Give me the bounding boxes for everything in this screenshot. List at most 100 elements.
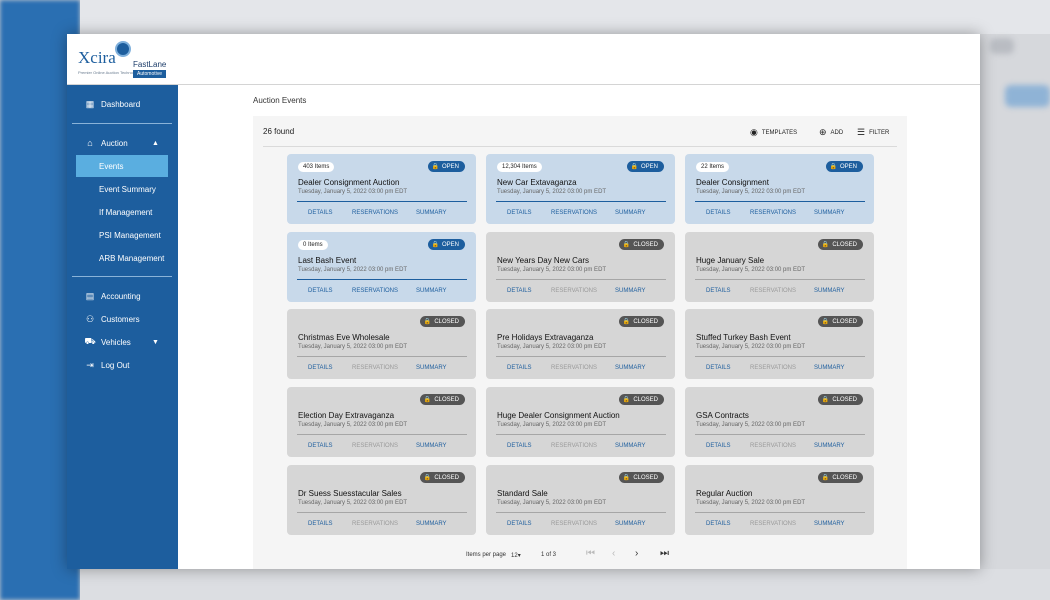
lock-icon: 🔒 [423, 397, 432, 403]
event-date: Tuesday, January 5, 2022 03:00 pm EDT [497, 267, 607, 273]
next-page-icon[interactable]: › [635, 548, 638, 559]
reservations-link[interactable]: RESERVATIONS [750, 210, 796, 216]
details-link[interactable]: DETAILS [507, 443, 532, 449]
event-card[interactable]: 🔒 CLOSED Standard Sale Tuesday, January 5, … [486, 465, 675, 535]
card-divider [695, 434, 865, 435]
details-link[interactable]: DETAILS [706, 288, 731, 294]
chevron-up-icon[interactable]: ▲ [152, 140, 159, 147]
items-per-page-select[interactable]: 12▾ [511, 552, 521, 559]
page-title: Auction Events [253, 96, 307, 105]
details-link[interactable]: DETAILS [308, 288, 333, 294]
details-link[interactable]: DETAILS [308, 210, 333, 216]
sidebar-subitem-psi-management[interactable]: PSI Management [76, 224, 168, 246]
event-card[interactable]: 🔒 CLOSED Christmas Eve Wholesale Tuesday, J… [287, 309, 476, 379]
events-panel: 26 found ◉ TEMPLATES ⊕ ADD ☰ FILTER 403 … [253, 116, 907, 569]
event-card[interactable]: 🔒 CLOSED New Years Day New Cars Tuesday, Ja… [486, 232, 675, 302]
details-link[interactable]: DETAILS [706, 443, 731, 449]
sidebar-item-accounting[interactable]: ▤ Accounting [67, 285, 178, 307]
reservations-link[interactable]: RESERVATIONS [352, 288, 398, 294]
event-card[interactable]: 🔒 CLOSED Pre Holidays Extravaganza Tuesday,… [486, 309, 675, 379]
summary-link[interactable]: SUMMARY [416, 365, 447, 371]
sidebar-subitem-arb-management[interactable]: ARB Management [76, 247, 168, 269]
summary-link[interactable]: SUMMARY [615, 521, 646, 527]
details-link[interactable]: DETAILS [706, 521, 731, 527]
previous-page-icon[interactable]: ‹ [612, 548, 615, 559]
background-right [980, 34, 1050, 569]
details-link[interactable]: DETAILS [308, 521, 333, 527]
event-card[interactable]: 🔒 CLOSED GSA Contracts Tuesday, January 5, … [685, 387, 874, 457]
card-divider [695, 201, 865, 202]
status-label: OPEN [441, 163, 459, 170]
summary-link[interactable]: SUMMARY [615, 210, 646, 216]
reservations-link[interactable]: RESERVATIONS [551, 210, 597, 216]
summary-link[interactable]: SUMMARY [615, 365, 646, 371]
first-page-icon[interactable]: ⏮ [586, 548, 595, 559]
event-date: Tuesday, January 5, 2022 03:00 pm EDT [696, 500, 806, 506]
event-card[interactable]: 🔒 CLOSED Dr Suess Suesstacular Sales Tuesda… [287, 465, 476, 535]
event-card[interactable]: 🔒 CLOSED Regular Auction Tuesday, January 5… [685, 465, 874, 535]
sidebar-subitem-if-management[interactable]: If Management [76, 201, 168, 223]
event-card[interactable]: 403 Items 🔒 OPEN Dealer Consignment Auction… [287, 154, 476, 224]
panel-divider [263, 146, 897, 147]
card-divider [496, 201, 666, 202]
sidebar-item-label: Dashboard [101, 99, 141, 109]
sidebar-item-label: Accounting [101, 291, 141, 301]
templates-label: TEMPLATES [761, 129, 798, 136]
details-link[interactable]: DETAILS [507, 521, 532, 527]
reservations-link: RESERVATIONS [551, 365, 598, 371]
status-label: CLOSED [434, 396, 459, 403]
sidebar-item-customers[interactable]: ⚇ Customers [67, 308, 178, 330]
items-count-chip: 0 Items [298, 240, 328, 250]
logo-product: FastLane [133, 60, 167, 69]
sidebar-item-logout[interactable]: ⇥ Log Out [67, 354, 178, 376]
summary-link[interactable]: SUMMARY [416, 288, 447, 294]
filter-button[interactable]: ☰ FILTER [857, 127, 889, 138]
summary-link[interactable]: SUMMARY [416, 443, 447, 449]
add-label: ADD [830, 129, 844, 136]
event-card[interactable]: 🔒 CLOSED Huge January Sale Tuesday, January… [685, 232, 874, 302]
summary-link[interactable]: SUMMARY [814, 443, 845, 449]
last-page-icon[interactable]: ⏭ [660, 548, 669, 559]
sidebar-divider [72, 276, 172, 277]
event-title: Stuffed Turkey Bash Event [696, 333, 791, 342]
lock-icon: 🔒 [829, 164, 837, 170]
sidebar-subitem-event-summary[interactable]: Event Summary [76, 178, 168, 200]
details-link[interactable]: DETAILS [507, 210, 532, 216]
reservations-link: RESERVATIONS [352, 365, 399, 371]
background-blur [1005, 85, 1050, 107]
summary-link[interactable]: SUMMARY [814, 210, 845, 216]
summary-link[interactable]: SUMMARY [416, 210, 447, 216]
event-card[interactable]: 22 Items 🔒 OPEN Dealer Consignment Tuesday, … [685, 154, 874, 224]
event-card[interactable]: 🔒 CLOSED Huge Dealer Consignment Auction Tu… [486, 387, 675, 457]
summary-link[interactable]: SUMMARY [416, 521, 447, 527]
sidebar-item-dashboard[interactable]: ▦ Dashboard [67, 93, 178, 115]
sidebar-item-label: Customers [101, 314, 140, 324]
summary-link[interactable]: SUMMARY [615, 288, 646, 294]
summary-link[interactable]: SUMMARY [814, 365, 845, 371]
sidebar-subitem-events[interactable]: Events [76, 155, 168, 177]
background-footer [80, 569, 1050, 600]
details-link[interactable]: DETAILS [308, 443, 333, 449]
details-link[interactable]: DETAILS [308, 365, 333, 371]
details-link[interactable]: DETAILS [507, 365, 532, 371]
top-bar: Xcira FastLane Premier Online Auction Te… [67, 34, 980, 85]
summary-link[interactable]: SUMMARY [615, 443, 646, 449]
event-card[interactable]: 12,304 Items 🔒 OPEN New Car Extavaganza Tues… [486, 154, 675, 224]
add-button[interactable]: ⊕ ADD [819, 127, 843, 138]
sidebar-item-auction[interactable]: ⌂ Auction ▲ [67, 132, 178, 154]
event-date: Tuesday, January 5, 2022 03:00 pm EDT [298, 422, 408, 428]
reservations-link[interactable]: RESERVATIONS [352, 210, 398, 216]
summary-link[interactable]: SUMMARY [814, 288, 845, 294]
details-link[interactable]: DETAILS [706, 365, 731, 371]
event-card[interactable]: 🔒 CLOSED Stuffed Turkey Bash Event Tuesday,… [685, 309, 874, 379]
status-badge: 🔒 CLOSED [618, 316, 664, 327]
chevron-down-icon[interactable]: ▼ [152, 339, 159, 346]
event-card[interactable]: 🔒 CLOSED Election Day Extravaganza Tuesday,… [287, 387, 476, 457]
details-link[interactable]: DETAILS [507, 288, 532, 294]
details-link[interactable]: DETAILS [706, 210, 731, 216]
summary-link[interactable]: SUMMARY [814, 521, 845, 527]
sidebar-subitem-label: If Management [99, 207, 153, 217]
event-card[interactable]: 0 Items 🔒 OPEN Last Bash Event Tuesday, Janu… [287, 232, 476, 302]
sidebar-item-vehicles[interactable]: ⛟ Vehicles ▼ [67, 331, 178, 353]
templates-button[interactable]: ◉ TEMPLATES [750, 127, 797, 138]
